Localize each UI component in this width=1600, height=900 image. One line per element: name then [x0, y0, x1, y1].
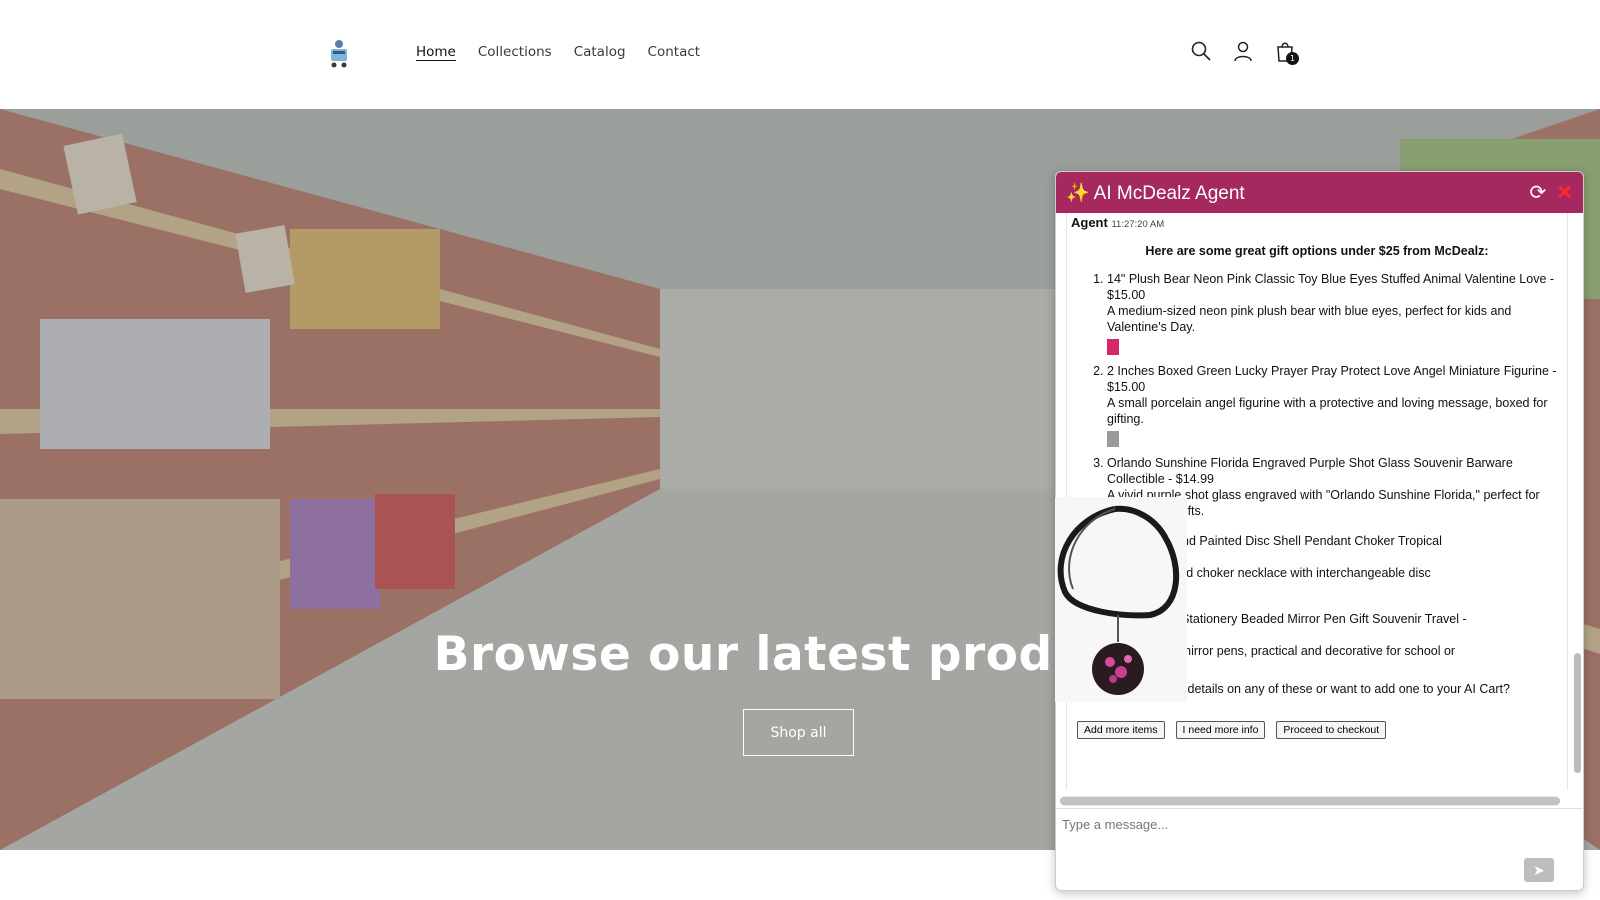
product-description: A small porcelain angel figurine with a … [1107, 396, 1548, 426]
main-nav: Home Collections Catalog Contact [416, 44, 700, 60]
sender-name: Agent [1071, 215, 1108, 230]
message-input[interactable]: Type a message... [1056, 808, 1583, 852]
proceed-to-checkout-button[interactable]: Proceed to checkout [1276, 721, 1387, 739]
store-logo[interactable] [322, 36, 356, 70]
nav-contact[interactable]: Contact [648, 44, 701, 60]
product-thumbnail[interactable] [1107, 431, 1119, 447]
cart-icon[interactable]: 1 [1274, 40, 1299, 65]
quick-replies: Add more items I need more info Proceed … [1071, 721, 1563, 739]
product-title: 14" Plush Bear Neon Pink Classic Toy Blu… [1107, 272, 1555, 302]
horizontal-scroll-thumb[interactable] [1060, 797, 1560, 805]
refresh-icon[interactable]: ⟳ [1529, 180, 1546, 205]
send-button[interactable]: ➤ [1524, 858, 1554, 882]
list-item: 14" Plush Bear Neon Pink Classic Toy Blu… [1107, 271, 1563, 355]
header-icons: 1 [1190, 40, 1299, 65]
site-header: Home Collections Catalog Contact 1 [0, 0, 1600, 109]
vertical-scrollbar[interactable] [1573, 213, 1582, 793]
list-item: 2 Inches Boxed Green Lucky Prayer Pray P… [1107, 363, 1563, 447]
shop-all-button[interactable]: Shop all [743, 709, 854, 756]
nav-collections[interactable]: Collections [478, 44, 552, 60]
product-thumbnail[interactable] [1107, 339, 1119, 355]
product-title: Orlando Sunshine Florida Engraved Purple… [1107, 456, 1513, 486]
horizontal-scrollbar[interactable] [1060, 796, 1560, 806]
need-more-info-button[interactable]: I need more info [1175, 721, 1266, 739]
send-icon: ➤ [1533, 861, 1545, 878]
product-description: A medium-sized neon pink plush bear with… [1107, 304, 1512, 334]
close-icon[interactable]: ✕ [1556, 180, 1573, 205]
product-image-preview [1055, 497, 1187, 702]
message-intro: Here are some great gift options under $… [1145, 244, 1489, 258]
add-more-items-button[interactable]: Add more items [1077, 721, 1165, 739]
message-time: 11:27:20 AM [1111, 219, 1165, 230]
sparkles-icon: ✨ [1066, 182, 1090, 204]
chat-header: ✨ AI McDealz Agent ⟳ ✕ [1056, 172, 1583, 213]
message-header: Agent 11:27:20 AM [1071, 215, 1563, 233]
necklace-image [1055, 497, 1187, 702]
search-icon[interactable] [1190, 40, 1212, 62]
product-title: 2 Inches Boxed Green Lucky Prayer Pray P… [1107, 364, 1557, 394]
nav-catalog[interactable]: Catalog [574, 44, 626, 60]
chat-title: ✨ AI McDealz Agent [1066, 181, 1529, 205]
vertical-scroll-thumb[interactable] [1574, 653, 1581, 773]
account-icon[interactable] [1232, 40, 1254, 62]
chat-title-text: AI McDealz Agent [1093, 182, 1245, 204]
cart-count-badge: 1 [1286, 52, 1299, 65]
nav-home[interactable]: Home [416, 44, 456, 60]
